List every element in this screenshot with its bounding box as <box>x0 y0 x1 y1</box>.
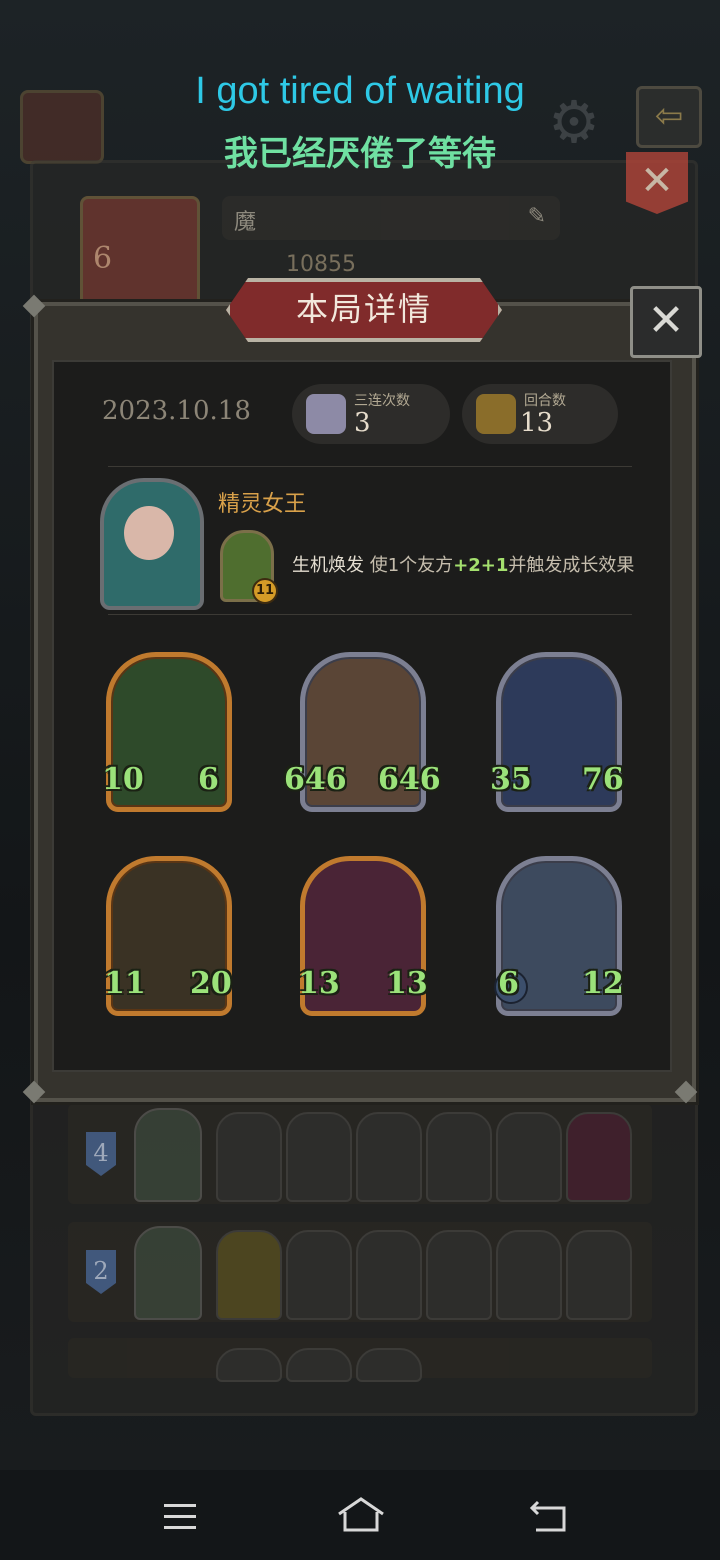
hero-name: 精灵女王 <box>218 492 307 517</box>
unit-health: 12 <box>582 966 624 1001</box>
player-score: 10855 <box>286 252 356 277</box>
skill-desc-post: 并触发成长效果 <box>508 555 635 576</box>
triple-icon <box>306 394 346 434</box>
modal-title: 本局详情 <box>295 290 432 328</box>
lineup-unit <box>216 1112 282 1202</box>
unit-health: 76 <box>582 762 624 797</box>
lineup-unit <box>216 1230 282 1320</box>
lineup-unit <box>566 1112 632 1202</box>
back-icon[interactable] <box>528 1500 570 1534</box>
unit-health: 6 <box>198 762 219 797</box>
player-avatar-large: 6 <box>80 196 200 308</box>
unit-attack: 646 <box>284 762 347 797</box>
unit-attack: 13 <box>298 966 340 1001</box>
stat-label: 三连次数 <box>354 393 410 409</box>
match-date: 2023.10.18 <box>102 396 251 426</box>
lineup-unit <box>286 1348 352 1382</box>
divider <box>108 466 632 467</box>
lineup-unit <box>426 1112 492 1202</box>
lineup-row[interactable]: 4 <box>68 1104 652 1204</box>
unit-attack: 11 <box>104 966 146 1001</box>
lineup-unit <box>356 1230 422 1320</box>
home-icon[interactable] <box>336 1496 386 1536</box>
player-name-field[interactable]: 魔 ✎ <box>222 196 560 240</box>
lineup-unit <box>286 1112 352 1202</box>
stat-label: 回合数 <box>524 393 566 409</box>
subtitle-english: I got tired of waiting <box>195 70 525 112</box>
skill-name: 生机焕发 <box>292 555 364 576</box>
lineup-unit <box>496 1230 562 1320</box>
lineup-hero <box>134 1108 202 1202</box>
unit-health: 13 <box>386 966 428 1001</box>
skill-level-badge: 11 <box>252 578 278 604</box>
player-level: 6 <box>93 241 113 276</box>
unit-health: 20 <box>190 966 232 1001</box>
skill-desc-bonus: +2+1 <box>453 555 509 576</box>
hero-face <box>124 506 174 560</box>
lineup-hero <box>134 1226 202 1320</box>
lineup-unit <box>496 1112 562 1202</box>
triple-count-stat: 三连次数 3 <box>292 384 450 444</box>
unit-attack: 35 <box>490 762 532 797</box>
unit-health: 646 <box>378 762 441 797</box>
lineup-unit <box>356 1348 422 1382</box>
menu-icon[interactable] <box>162 1502 200 1532</box>
lineup-unit <box>426 1230 492 1320</box>
edit-pencil-icon[interactable]: ✎ <box>528 204 546 229</box>
skill-description: 生机焕发 使1个友方+2+1并触发成长效果 <box>292 551 634 577</box>
close-button[interactable]: ✕ <box>630 286 702 358</box>
stat-value: 3 <box>354 408 371 438</box>
lineup-unit <box>286 1230 352 1320</box>
round-count-stat: 回合数 13 <box>462 384 618 444</box>
lineup-row[interactable]: 2 <box>68 1222 652 1322</box>
unit-attack: 6 <box>498 966 519 1001</box>
tier-badge: 2 <box>86 1250 116 1294</box>
stat-value: 13 <box>520 408 554 438</box>
lineup-unit <box>356 1112 422 1202</box>
player-name: 魔 <box>234 210 257 235</box>
divider <box>108 614 632 615</box>
subtitle-chinese: 我已经厌倦了等待 <box>224 134 496 174</box>
unit-attack: 10 <box>102 762 144 797</box>
skill-desc-pre: 使1个友方 <box>369 555 454 576</box>
lineup-row[interactable] <box>68 1338 652 1382</box>
tier-badge: 4 <box>86 1132 116 1176</box>
lineup-unit <box>216 1348 282 1382</box>
rounds-icon <box>476 394 516 434</box>
lineup-unit <box>566 1230 632 1320</box>
